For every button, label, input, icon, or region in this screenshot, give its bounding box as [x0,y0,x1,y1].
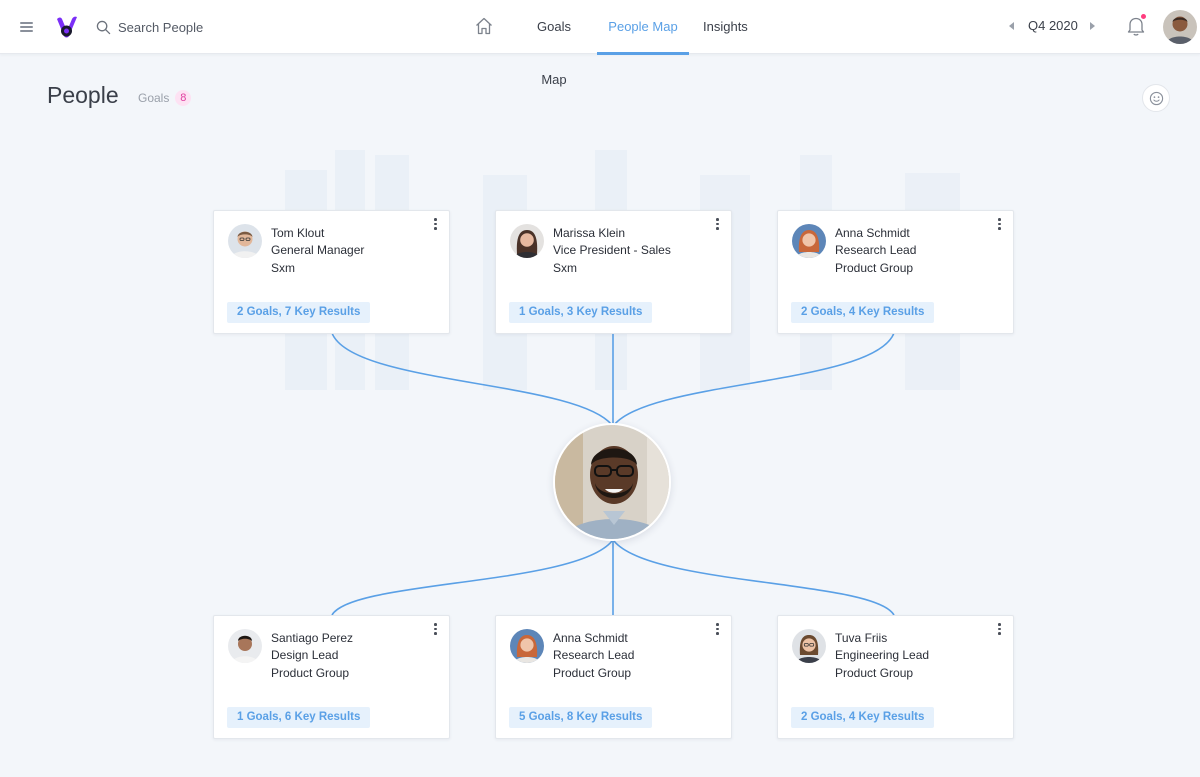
goals-summary-badge[interactable]: 2 Goals, 4 Key Results [791,707,935,728]
person-card-anna-schmidt-report[interactable]: Anna Schmidt Research Lead Product Group… [495,615,732,739]
person-group: Product Group [553,665,632,680]
person-name: Tuva Friis [835,631,888,645]
chevron-left-icon[interactable] [1009,22,1014,30]
search-input[interactable] [118,19,258,35]
person-card-marissa-klein[interactable]: Marissa Klein Vice President - Sales Sxm… [495,210,732,334]
person-role: Vice President - Sales [553,243,671,258]
goals-filter-label: Goals [138,91,170,105]
avatar [510,224,544,258]
person-name: Anna Schmidt [835,226,910,240]
person-role: Design Lead [271,648,339,663]
tab-goals-map[interactable]: Goals Map [525,0,583,87]
person-name: Santiago Perez [271,631,354,645]
notification-badge [1140,13,1147,20]
person-group: Sxm [553,260,577,275]
goals-summary-badge[interactable]: 2 Goals, 7 Key Results [227,302,371,323]
user-avatar[interactable] [1163,10,1197,44]
person-card-santiago-perez[interactable]: Santiago Perez Design Lead Product Group… [213,615,450,739]
goals-summary-badge[interactable]: 1 Goals, 3 Key Results [509,302,653,323]
person-group: Product Group [271,665,350,680]
search-box[interactable] [96,17,258,37]
avatar [228,224,262,258]
person-group: Sxm [271,260,295,275]
quarter-selector[interactable]: Q4 2020 [1028,18,1078,33]
search-icon [96,20,111,34]
goals-summary-badge[interactable]: 2 Goals, 4 Key Results [791,302,935,323]
person-role: Research Lead [835,243,917,258]
avatar [228,629,262,663]
person-group: Product Group [835,260,914,275]
tab-insights[interactable]: Insights [703,0,748,54]
more-options-icon[interactable] [712,622,722,636]
avatar [510,629,544,663]
more-options-icon[interactable] [430,217,440,231]
person-card-anna-schmidt[interactable]: Anna Schmidt Research Lead Product Group… [777,210,1014,334]
smiley-icon [1149,91,1164,106]
top-navigation-bar: Goals Map People Map Insights Q4 2020 [0,0,1200,87]
person-role: Research Lead [553,648,635,663]
person-name: Anna Schmidt [553,631,628,645]
person-role: General Manager [271,243,365,258]
more-options-icon[interactable] [994,217,1004,231]
feedback-button[interactable] [1142,84,1170,112]
more-options-icon[interactable] [994,622,1004,636]
page-title: People [47,82,119,108]
chevron-right-icon[interactable] [1090,22,1095,30]
more-options-icon[interactable] [712,217,722,231]
avatar [792,224,826,258]
goals-summary-badge[interactable]: 1 Goals, 6 Key Results [227,707,371,728]
logo-icon[interactable] [55,14,79,40]
goals-count-badge: 8 [175,90,192,106]
goals-summary-badge[interactable]: 5 Goals, 8 Key Results [509,707,653,728]
person-group: Product Group [835,665,914,680]
goals-filter[interactable]: Goals 8 [138,90,192,106]
person-card-tom-klout[interactable]: Tom Klout General Manager Sxm 2 Goals, 7… [213,210,450,334]
avatar [792,629,826,663]
home-icon[interactable] [474,16,494,36]
center-person-avatar[interactable] [553,423,671,541]
person-role: Engineering Lead [835,648,930,663]
person-card-tuva-friis[interactable]: Tuva Friis Engineering Lead Product Grou… [777,615,1014,739]
more-options-icon[interactable] [430,622,440,636]
person-name: Marissa Klein [553,226,626,240]
menu-icon[interactable] [20,19,34,33]
person-name: Tom Klout [271,226,325,240]
tab-people-map[interactable]: People Map [597,0,689,55]
